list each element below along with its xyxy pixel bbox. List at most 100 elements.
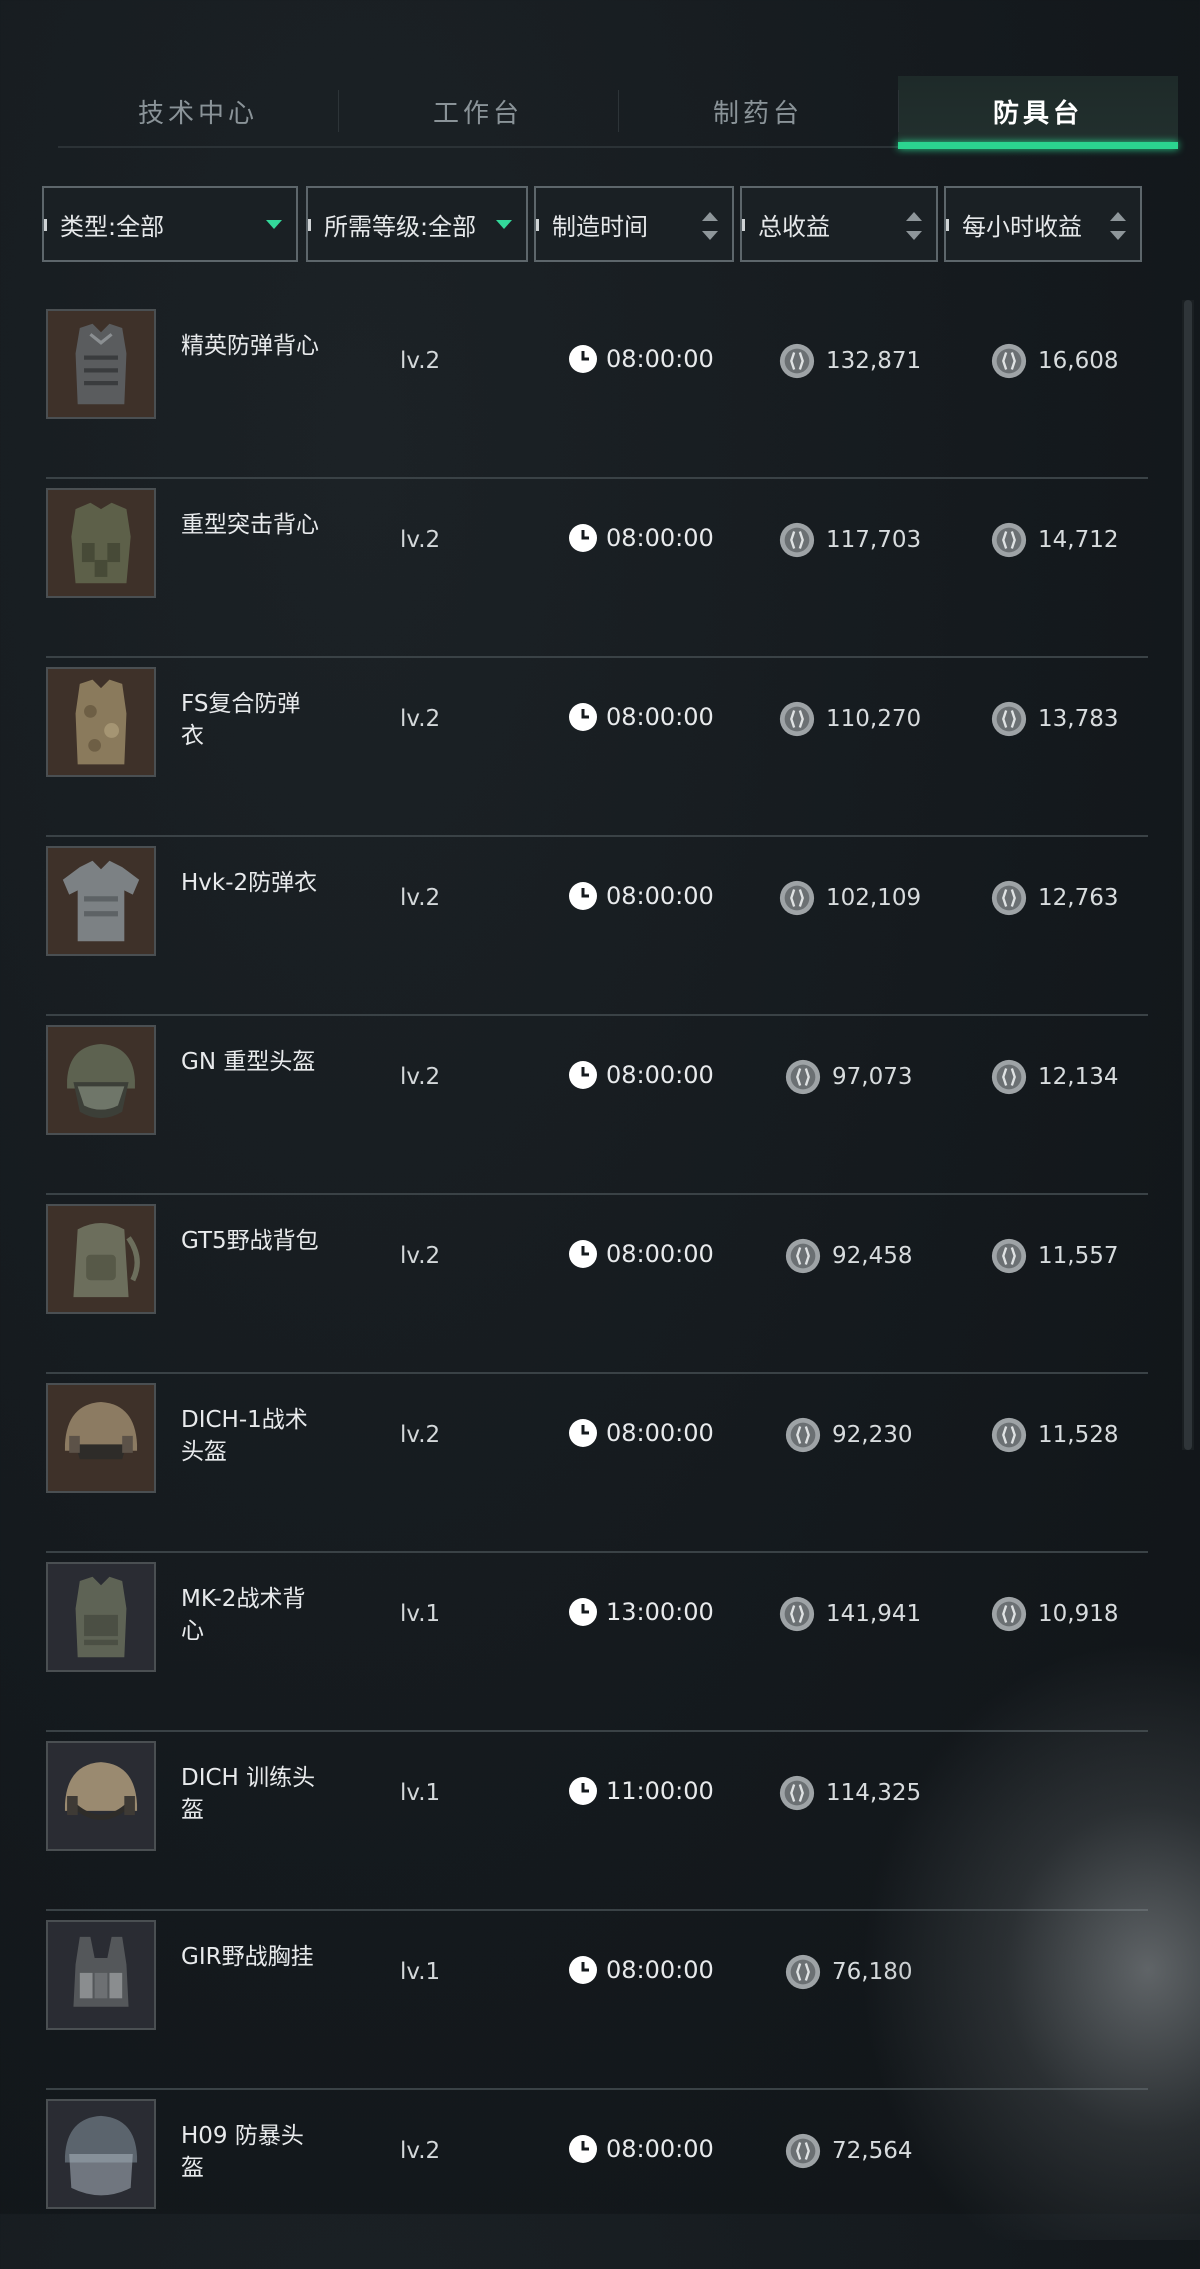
coin-icon: [991, 1417, 1027, 1453]
item-name: DICH 训练头盔: [181, 1765, 316, 1823]
sort-total-label: 总收益: [758, 212, 830, 241]
hourly-profit-value: 16,608: [1038, 348, 1119, 374]
hourly-profit: 12,763: [990, 879, 1118, 917]
total-profit-value: 102,109: [826, 885, 922, 911]
clock-icon: [569, 1061, 597, 1089]
item-level: lv.1: [400, 1959, 441, 1985]
clock-icon: [569, 1956, 597, 1984]
craft-time: 08:00:00: [568, 702, 714, 732]
total-profit: 72,564: [784, 2132, 912, 2170]
coin-icon: [779, 701, 815, 737]
chevron-down-icon: [266, 220, 282, 229]
hourly-profit: 13,783: [990, 700, 1118, 738]
hourly-profit: 10,918: [990, 1595, 1118, 1633]
craft-time: 08:00:00: [568, 1955, 714, 1985]
list-item[interactable]: MK-2战术背心 lv.1 13:00:00 141,941 10,918: [46, 1553, 1148, 1732]
total-profit-value: 72,564: [832, 2138, 913, 2164]
craft-time: 08:00:00: [568, 344, 714, 374]
item-level: lv.2: [400, 706, 441, 732]
craft-time: 08:00:00: [568, 1060, 714, 1090]
total-profit: 141,941: [778, 1595, 921, 1633]
vest-icon: [46, 1562, 156, 1672]
sort-by-total-button[interactable]: 总收益: [740, 186, 938, 262]
list-item[interactable]: GN 重型头盔 lv.2 08:00:00 97,073 12,134: [46, 1016, 1148, 1195]
craft-time-value: 08:00:00: [606, 2135, 714, 2163]
tab-tech-center[interactable]: 技术中心: [58, 76, 338, 146]
type-filter-dropdown[interactable]: 类型:全部: [42, 186, 298, 262]
coin-icon: [785, 2133, 821, 2169]
divider: [742, 219, 745, 231]
clock-icon: [569, 1240, 597, 1268]
craft-time: 13:00:00: [568, 1597, 714, 1627]
craft-time: 08:00:00: [568, 2134, 714, 2164]
coin-icon: [785, 1059, 821, 1095]
vest-icon: [46, 846, 156, 956]
item-level: lv.2: [400, 885, 441, 911]
hourly-profit-value: 11,528: [1038, 1422, 1119, 1448]
item-name: GN 重型头盔: [181, 1049, 316, 1075]
list-item[interactable]: DICH 训练头盔 lv.1 11:00:00 114,325: [46, 1732, 1148, 1911]
list-item[interactable]: 重型突击背心 lv.2 08:00:00 117,703 14,712: [46, 479, 1148, 658]
list-item[interactable]: DICH-1战术头盔 lv.2 08:00:00 92,230 11,528: [46, 1374, 1148, 1553]
list-item[interactable]: H09 防暴头盔 lv.2 08:00:00 72,564: [46, 2090, 1148, 2269]
list-item[interactable]: FS复合防弹衣 lv.2 08:00:00 110,270 13,783: [46, 658, 1148, 837]
coin-icon: [991, 1059, 1027, 1095]
clock-icon: [569, 1598, 597, 1626]
list-item[interactable]: Hvk-2防弹衣 lv.2 08:00:00 102,109 12,763: [46, 837, 1148, 1016]
list-item[interactable]: GT5野战背包 lv.2 08:00:00 92,458 11,557: [46, 1195, 1148, 1374]
coin-icon: [991, 1238, 1027, 1274]
craft-time: 11:00:00: [568, 1776, 714, 1806]
sort-icon: [702, 210, 718, 242]
craft-time-value: 08:00:00: [606, 703, 714, 731]
total-profit-value: 114,325: [826, 1780, 922, 1806]
coin-icon: [779, 1775, 815, 1811]
total-profit-value: 97,073: [832, 1064, 913, 1090]
vest-icon: [46, 309, 156, 419]
sort-icon: [1110, 210, 1126, 242]
tab-armor-bench[interactable]: 防具台: [898, 76, 1178, 149]
craft-time-value: 13:00:00: [606, 1598, 714, 1626]
divider: [536, 219, 539, 231]
tab-pharmacy[interactable]: 制药台: [618, 76, 898, 146]
sort-icon: [906, 210, 922, 242]
hourly-profit: 11,557: [990, 1237, 1118, 1275]
craft-time: 08:00:00: [568, 1418, 714, 1448]
item-level: lv.2: [400, 1243, 441, 1269]
item-level: lv.2: [400, 527, 441, 553]
hourly-profit-value: 13,783: [1038, 706, 1119, 732]
divider: [308, 219, 311, 231]
total-profit: 97,073: [784, 1058, 912, 1096]
clock-icon: [569, 1777, 597, 1805]
tab-workbench[interactable]: 工作台: [338, 76, 618, 146]
list-item[interactable]: GIR野战胸挂 lv.1 08:00:00 76,180: [46, 1911, 1148, 2090]
sort-by-hourly-button[interactable]: 每小时收益: [944, 186, 1142, 262]
helmet-icon: [46, 2099, 156, 2209]
tab-bar: 技术中心 工作台 制药台 防具台: [58, 76, 1178, 149]
filter-bar: 类型:全部 所需等级:全部 制造时间 总收益 每小时收益: [42, 186, 1142, 266]
hourly-profit-value: 14,712: [1038, 527, 1119, 553]
craft-time-value: 08:00:00: [606, 345, 714, 373]
total-profit: 132,871: [778, 342, 921, 380]
scrollbar[interactable]: [1182, 300, 1194, 1450]
total-profit: 102,109: [778, 879, 921, 917]
list-item[interactable]: 精英防弹背心 lv.2 08:00:00 132,871 16,608: [46, 300, 1148, 479]
clock-icon: [569, 345, 597, 373]
coin-icon: [779, 343, 815, 379]
chevron-down-icon: [496, 220, 512, 229]
total-profit-value: 92,458: [832, 1243, 913, 1269]
hourly-profit-value: 12,763: [1038, 885, 1119, 911]
sort-by-time-button[interactable]: 制造时间: [534, 186, 734, 262]
craft-time-value: 08:00:00: [606, 1061, 714, 1089]
vest-icon: [46, 488, 156, 598]
item-name: H09 防暴头盔: [181, 2123, 304, 2181]
craft-list: 精英防弹背心 lv.2 08:00:00 132,871 16,608 重型突击…: [46, 300, 1194, 2269]
total-profit-value: 141,941: [826, 1601, 922, 1627]
total-profit-value: 92,230: [832, 1422, 913, 1448]
clock-icon: [569, 882, 597, 910]
item-name: DICH-1战术头盔: [181, 1407, 308, 1465]
coin-icon: [991, 522, 1027, 558]
level-filter-dropdown[interactable]: 所需等级:全部: [306, 186, 528, 262]
item-name: Hvk-2防弹衣: [181, 870, 318, 896]
divider: [946, 219, 949, 231]
craft-time-value: 08:00:00: [606, 1240, 714, 1268]
